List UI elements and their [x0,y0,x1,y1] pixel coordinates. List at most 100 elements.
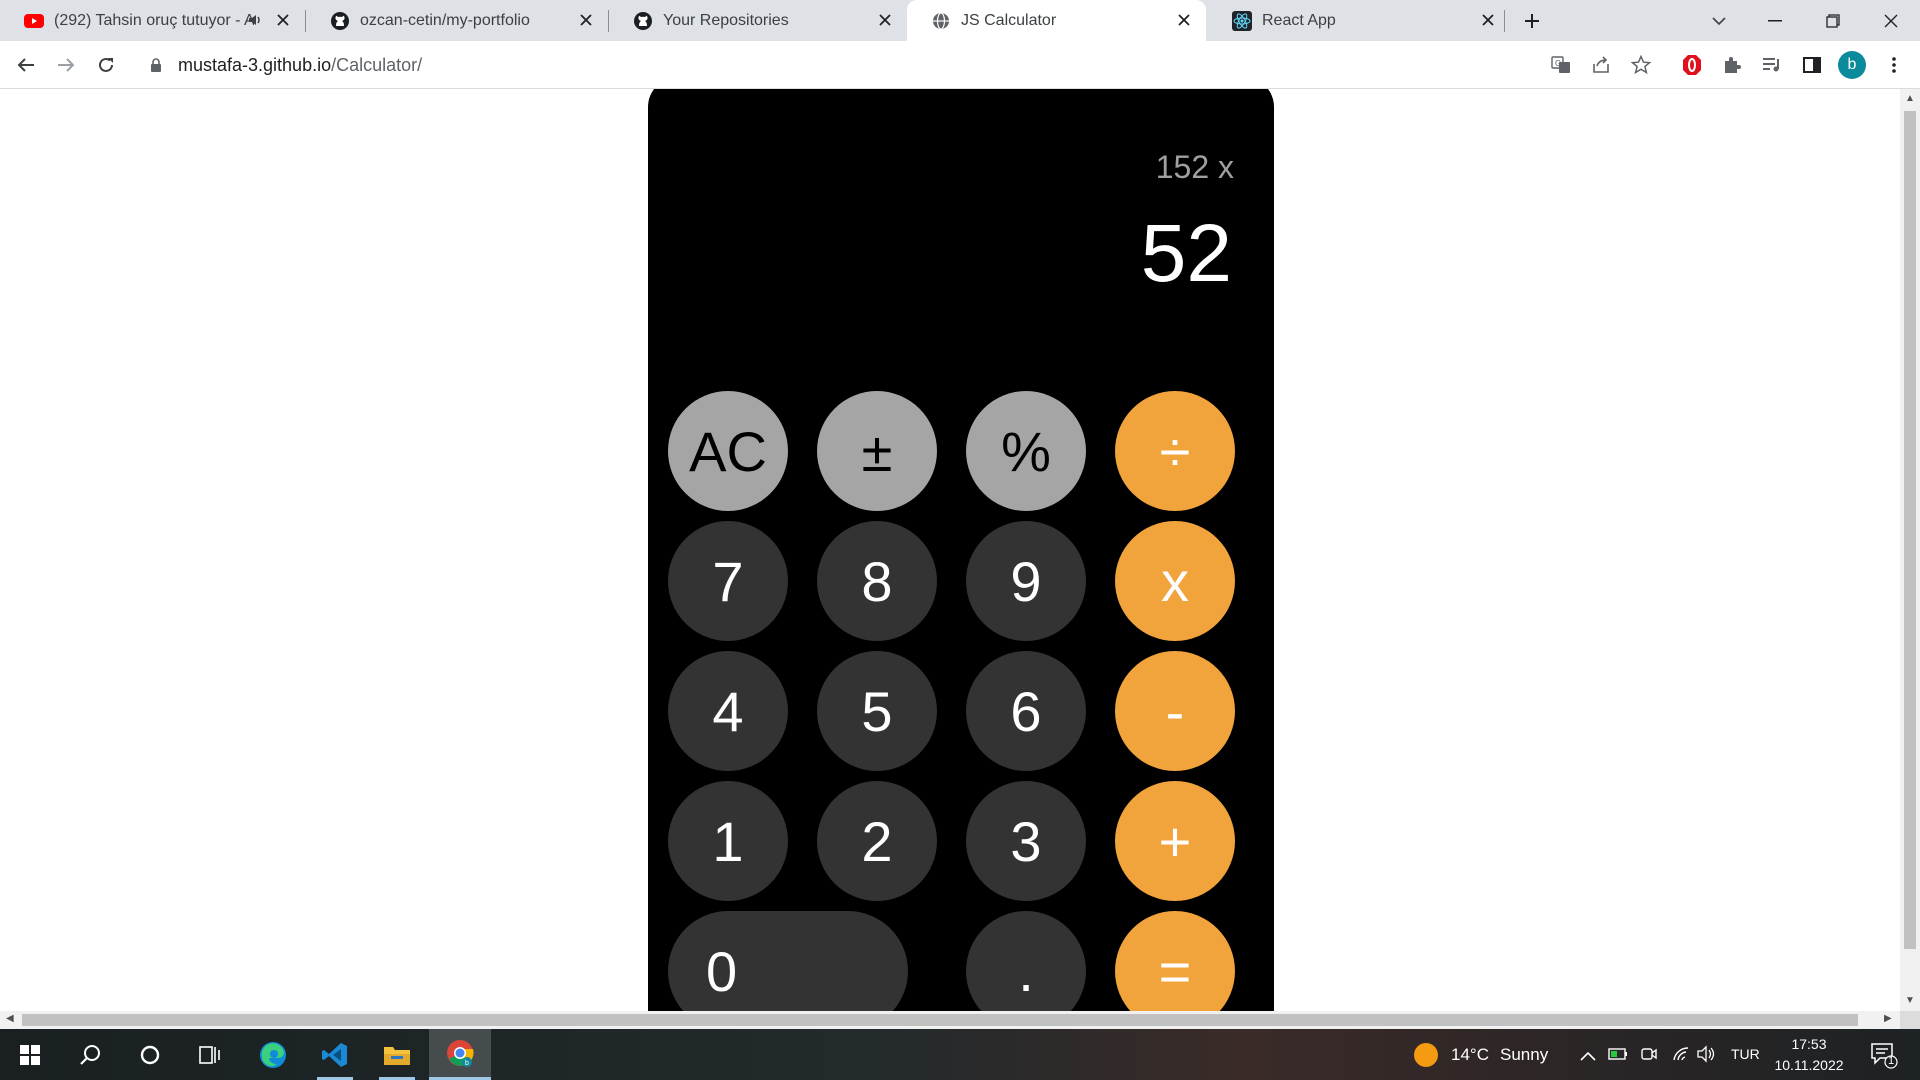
divide-button[interactable]: ÷ [1115,391,1235,511]
close-tab-icon[interactable] [273,10,293,30]
clock-date: 10.11.2022 [1774,1057,1844,1073]
task-view-button[interactable] [180,1029,240,1080]
minus-button[interactable]: - [1115,651,1235,771]
github-icon [330,11,350,31]
close-tab-icon[interactable] [1174,10,1194,30]
system-clock[interactable]: 17:53 10.11.2022 [1754,1034,1864,1076]
scroll-down-icon[interactable]: ▼ [1905,995,1915,1006]
weather-temperature[interactable]: 14°C [1451,1045,1489,1065]
all-clear-button[interactable]: AC [668,391,788,511]
tab-repositories[interactable]: Your Repositories [609,0,907,41]
battery-icon[interactable] [1608,1046,1628,1067]
back-button[interactable] [10,49,42,81]
tab-portfolio[interactable]: ozcan-cetin/my-portfolio [306,0,608,41]
wifi-icon[interactable] [1672,1046,1690,1067]
digit-8-button[interactable]: 8 [817,521,937,641]
youtube-icon [24,11,44,31]
close-tab-icon[interactable] [875,10,895,30]
percent-button[interactable]: % [966,391,1086,511]
tab-title: React App [1262,11,1336,29]
digit-1-button[interactable]: 1 [668,781,788,901]
calculator-history: 152 x [1155,149,1234,185]
scroll-up-icon[interactable]: ▲ [1905,93,1915,104]
forward-button[interactable] [50,49,82,81]
globe-icon [931,11,951,31]
plus-button[interactable]: + [1115,781,1235,901]
kebab-menu-icon [1892,57,1896,73]
media-button[interactable] [1756,49,1788,81]
minimize-button[interactable] [1746,0,1804,41]
clock-time: 17:53 [1791,1036,1827,1052]
tab-youtube[interactable]: (292) Tahsin oruç tutuyor - A [0,0,305,41]
horizontal-scroll-thumb[interactable] [22,1014,1858,1026]
tab-title: (292) Tahsin oruç tutuyor - A [54,11,254,29]
meet-now-icon[interactable] [1640,1045,1658,1068]
tab-js-calculator[interactable]: JS Calculator [907,0,1206,41]
taskbar: b 14°C Sunny TUR 17:53 10.11.2022 1 [0,1029,1920,1080]
equals-button[interactable]: = [1115,911,1235,1011]
weather-icon[interactable] [1413,1042,1439,1073]
digit-3-button[interactable]: 3 [966,781,1086,901]
digit-7-button[interactable]: 7 [668,521,788,641]
digit-4-button[interactable]: 4 [668,651,788,771]
translate-button[interactable]: G [1545,49,1577,81]
close-icon [1884,14,1898,27]
calculator-display: 52 [1140,208,1232,299]
restore-button[interactable] [1804,0,1862,41]
lock-icon[interactable] [146,55,166,75]
opera-extension-button[interactable] [1676,49,1708,81]
opera-icon [1683,55,1701,75]
menu-button[interactable] [1878,49,1910,81]
close-tab-icon[interactable] [1478,10,1498,30]
scroll-right-icon[interactable]: ▶ [1884,1013,1892,1024]
arrow-right-icon [58,58,75,72]
side-panel-icon [1803,57,1821,73]
close-tab-icon[interactable] [576,10,596,30]
tab-search-button[interactable] [1690,0,1748,41]
vertical-scroll-thumb[interactable] [1904,111,1916,949]
start-button[interactable] [0,1029,60,1080]
horizontal-scrollbar[interactable]: ◀ ▶ [0,1011,1900,1029]
digit-5-button[interactable]: 5 [817,651,937,771]
speaker-icon[interactable] [247,12,263,33]
search-button[interactable] [60,1029,120,1080]
address-bar[interactable]: mustafa-3.github.io/Calculator/ [138,47,1578,83]
digit-6-button[interactable]: 6 [966,651,1086,771]
tab-react-app[interactable]: React App [1208,0,1510,41]
file-explorer-app[interactable] [367,1029,427,1080]
calculator: 152 x 52 AC ± % ÷ 7 8 9 x 4 5 6 - 1 2 3 … [648,89,1274,1011]
share-button[interactable] [1585,49,1617,81]
new-tab-button[interactable] [1502,0,1562,41]
close-window-button[interactable] [1862,0,1920,41]
decimal-button[interactable]: . [966,911,1086,1011]
page-viewport: 152 x 52 AC ± % ÷ 7 8 9 x 4 5 6 - 1 2 3 … [0,89,1900,1011]
cortana-button[interactable] [120,1029,180,1080]
reload-button[interactable] [90,49,122,81]
weather-description[interactable]: Sunny [1500,1045,1548,1065]
side-panel-button[interactable] [1796,49,1828,81]
tab-title: JS Calculator [961,11,1057,29]
vertical-scrollbar[interactable]: ▲ ▼ [1900,89,1920,1011]
playlist-icon [1763,58,1779,72]
cortana-icon [140,1045,160,1064]
volume-icon[interactable] [1696,1045,1716,1068]
react-icon [1232,10,1252,31]
sign-toggle-button[interactable]: ± [817,391,937,511]
tab-title: Your Repositories [663,11,789,29]
digit-2-button[interactable]: 2 [817,781,937,901]
digit-9-button[interactable]: 9 [966,521,1086,641]
search-icon [80,1044,100,1065]
translate-icon: G [1551,56,1570,73]
extensions-button[interactable] [1716,49,1748,81]
profile-avatar[interactable]: b [1838,51,1866,79]
edge-app[interactable] [243,1029,303,1080]
digit-0-button[interactable]: 0 [668,911,908,1011]
bookmark-button[interactable] [1625,49,1657,81]
scroll-left-icon[interactable]: ◀ [6,1013,14,1024]
multiply-button[interactable]: x [1115,521,1235,641]
chevron-up-icon[interactable] [1580,1048,1596,1066]
reload-icon [99,57,113,72]
chrome-app[interactable]: b [429,1029,491,1080]
plus-icon [1525,13,1539,28]
vscode-app[interactable] [305,1029,365,1080]
